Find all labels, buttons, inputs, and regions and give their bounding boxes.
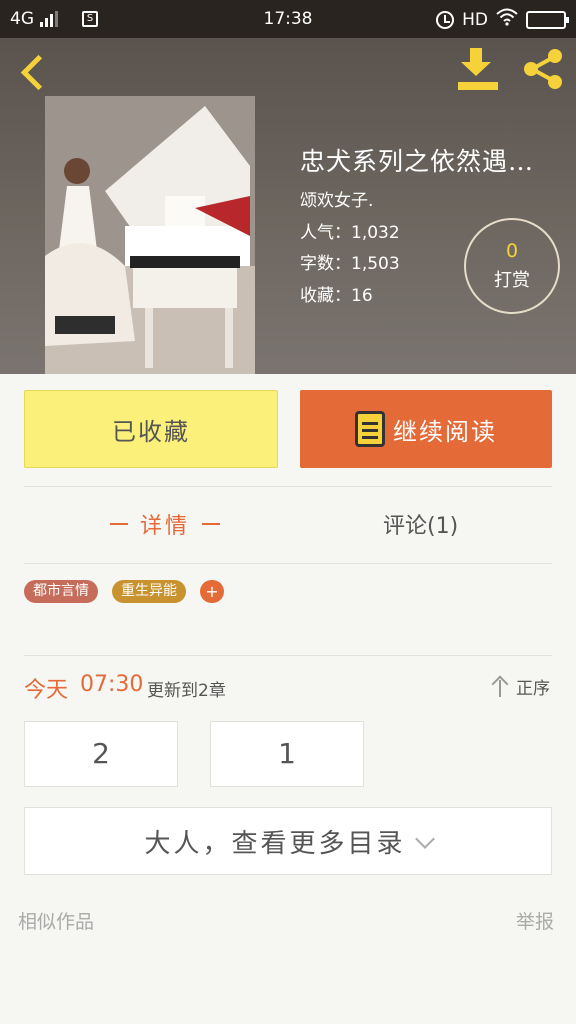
tab-detail-label: 详情 [140, 514, 191, 539]
download-icon[interactable] [456, 48, 502, 90]
update-text: 更新到2章 [147, 681, 226, 701]
back-arrow-icon[interactable] [14, 52, 50, 92]
reward-label: 打赏 [494, 270, 530, 291]
book-title: 忠犬系列之依然遇… [300, 147, 535, 176]
chevron-down-icon [414, 829, 435, 849]
word-count-stat: 字数：1,503 [300, 254, 400, 274]
book-author[interactable]: 颂欢女子. [300, 186, 373, 211]
sort-order-button[interactable]: 正序 [490, 674, 550, 699]
favorite-label: 已收藏 [112, 417, 190, 446]
continue-reading-label: 继续阅读 [393, 417, 497, 446]
tag-urban-romance[interactable]: 都市言情 [24, 580, 98, 603]
sort-order-label: 正序 [516, 679, 550, 699]
reward-count: 0 [505, 240, 519, 262]
similar-works-label: 相似作品 [18, 911, 95, 933]
alarm-icon [436, 10, 455, 29]
status-bar: 4G S 17:38 HD [0, 0, 576, 38]
dash-left [110, 523, 128, 525]
hd-label: HD [462, 9, 488, 30]
arrow-up-icon [490, 676, 510, 698]
more-toc-label: 大人，查看更多目录 [144, 828, 406, 859]
reward-button[interactable]: 0 打赏 [464, 218, 560, 314]
chapter-button[interactable]: 1 [210, 721, 364, 787]
tag-rebirth-powers[interactable]: 重生异能 [112, 580, 186, 603]
book-header: 忠犬系列之依然遇… 颂欢女子. 人气：1,032 字数：1,503 收藏：16 … [0, 38, 576, 374]
update-time: 07:30 [80, 672, 144, 697]
share-icon[interactable] [520, 46, 566, 92]
add-tag-button[interactable]: + [200, 580, 224, 603]
book-cover[interactable] [45, 96, 255, 374]
dash-right [202, 523, 221, 525]
divider [24, 486, 552, 487]
tab-comment[interactable]: 评论(1) [383, 506, 458, 542]
favorites-stat: 收藏：16 [300, 286, 373, 306]
divider [24, 563, 552, 564]
popularity-stat: 人气：1,032 [300, 223, 400, 243]
wifi-icon [496, 8, 518, 31]
tab-comment-label: 评论(1) [383, 514, 459, 539]
battery-icon [526, 10, 569, 29]
continue-reading-button[interactable]: 继续阅读 [300, 390, 552, 468]
favorite-button[interactable]: 已收藏 [24, 390, 278, 468]
chapter-button[interactable]: 2 [24, 721, 178, 787]
report-link[interactable]: 举报 [516, 907, 554, 934]
book-icon [355, 411, 385, 447]
tab-detail[interactable]: 详情 [98, 506, 232, 542]
divider [24, 655, 552, 656]
update-day: 今天 [24, 678, 69, 703]
more-toc-button[interactable]: 大人，查看更多目录 [24, 807, 552, 875]
